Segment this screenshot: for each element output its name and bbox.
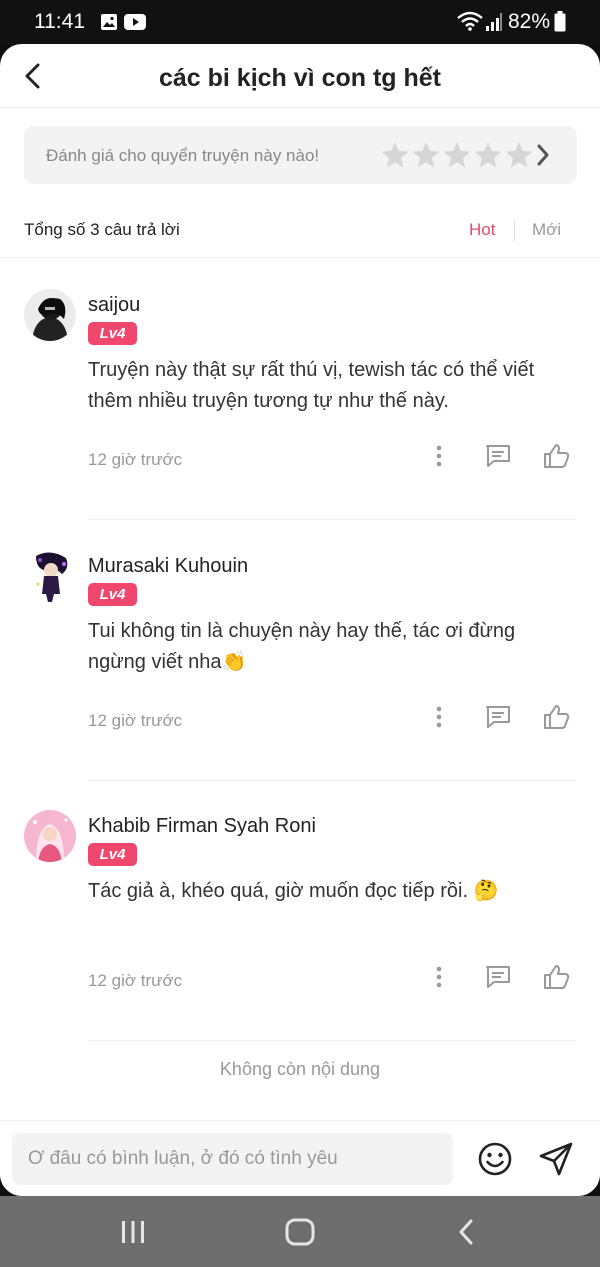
sort-new-tab[interactable]: Mới: [532, 220, 561, 240]
avatar[interactable]: [24, 810, 76, 862]
comment-item: Murasaki Kuhouin Lv4 Tui không tin là ch…: [0, 550, 600, 810]
like-icon[interactable]: [543, 443, 571, 469]
divider: [88, 1040, 576, 1041]
header: các bi kịch vì con tg hết: [0, 44, 600, 108]
avatar[interactable]: [24, 289, 76, 341]
recent-apps-icon[interactable]: [120, 1218, 146, 1246]
level-badge: Lv4: [88, 322, 137, 345]
sort-divider: [514, 220, 515, 242]
home-icon[interactable]: [284, 1218, 316, 1246]
end-of-list-text: Không còn nội dung: [219, 1059, 381, 1079]
divider: [88, 780, 576, 781]
comment-input[interactable]: Ơ đâu có bình luận, ở đó có tình yêu: [12, 1133, 453, 1185]
comment-timestamp: 12 giờ trước: [88, 450, 183, 469]
status-time: 11:41: [34, 10, 85, 33]
gallery-icon: [101, 14, 117, 30]
username[interactable]: Khabib Firman Syah Roni: [88, 815, 316, 838]
signal-icon: [486, 13, 502, 31]
rating-prompt-text: Đánh giá cho quyển truyện này nào!: [46, 146, 320, 165]
sort-hot-tab[interactable]: Hot: [469, 220, 495, 240]
star-icon[interactable]: [380, 140, 410, 170]
comment-count: Tổng số 3 câu trả lời: [24, 220, 180, 239]
more-options-icon[interactable]: [432, 443, 446, 469]
comment-text: Truyện này thật sự rất thú vị, tewish tá…: [88, 359, 535, 412]
system-nav-bar: [0, 1196, 600, 1267]
star-icon[interactable]: [411, 140, 441, 170]
wifi-icon: [457, 11, 483, 31]
more-options-icon[interactable]: [432, 964, 446, 990]
star-icon[interactable]: [442, 140, 472, 170]
status-bar: 11:41 82%: [0, 0, 600, 44]
rating-stars[interactable]: [380, 140, 534, 170]
like-icon[interactable]: [543, 704, 571, 730]
like-icon[interactable]: [543, 964, 571, 990]
star-icon[interactable]: [504, 140, 534, 170]
star-icon[interactable]: [473, 140, 503, 170]
reply-icon[interactable]: [484, 443, 512, 469]
comments-sheet: các bi kịch vì con tg hết Đánh giá cho q…: [0, 44, 600, 1196]
page-title: các bi kịch vì con tg hết: [158, 64, 442, 92]
comment-timestamp: 12 giờ trước: [88, 711, 183, 730]
system-back-icon[interactable]: [456, 1218, 476, 1246]
send-icon[interactable]: [538, 1141, 574, 1177]
youtube-icon: [124, 14, 146, 30]
reply-icon[interactable]: [484, 704, 512, 730]
divider: [88, 519, 576, 520]
avatar[interactable]: [24, 550, 76, 602]
username[interactable]: Murasaki Kuhouin: [88, 555, 248, 578]
comment-timestamp: 12 giờ trước: [88, 971, 183, 990]
reply-icon[interactable]: [484, 964, 512, 990]
more-options-icon[interactable]: [432, 704, 446, 730]
comment-input-placeholder: Ơ đâu có bình luận, ở đó có tình yêu: [28, 1148, 338, 1169]
battery-percent: 82%: [508, 10, 551, 33]
comment-text: Tui không tin là chuyện này hay thế, tác…: [88, 620, 516, 673]
comment-item: saijou Lv4 Truyện này thật sự rất thú vị…: [0, 289, 600, 549]
comment-item: Khabib Firman Syah Roni Lv4 Tác giả à, k…: [0, 810, 600, 1070]
comment-input-bar: Ơ đâu có bình luận, ở đó có tình yêu: [0, 1120, 600, 1196]
comment-text: Tác giả à, khéo quá, giờ muốn đọc tiếp r…: [88, 880, 499, 902]
comment-summary-row: Tổng số 3 câu trả lời Hot Mới: [24, 216, 577, 246]
divider: [0, 257, 600, 258]
rating-prompt-bar[interactable]: Đánh giá cho quyển truyện này nào!: [24, 126, 577, 184]
emoji-icon[interactable]: [477, 1141, 513, 1177]
level-badge: Lv4: [88, 843, 137, 866]
chevron-right-icon[interactable]: [536, 143, 550, 167]
username[interactable]: saijou: [88, 294, 140, 317]
battery-icon: [554, 11, 566, 32]
level-badge: Lv4: [88, 583, 137, 606]
